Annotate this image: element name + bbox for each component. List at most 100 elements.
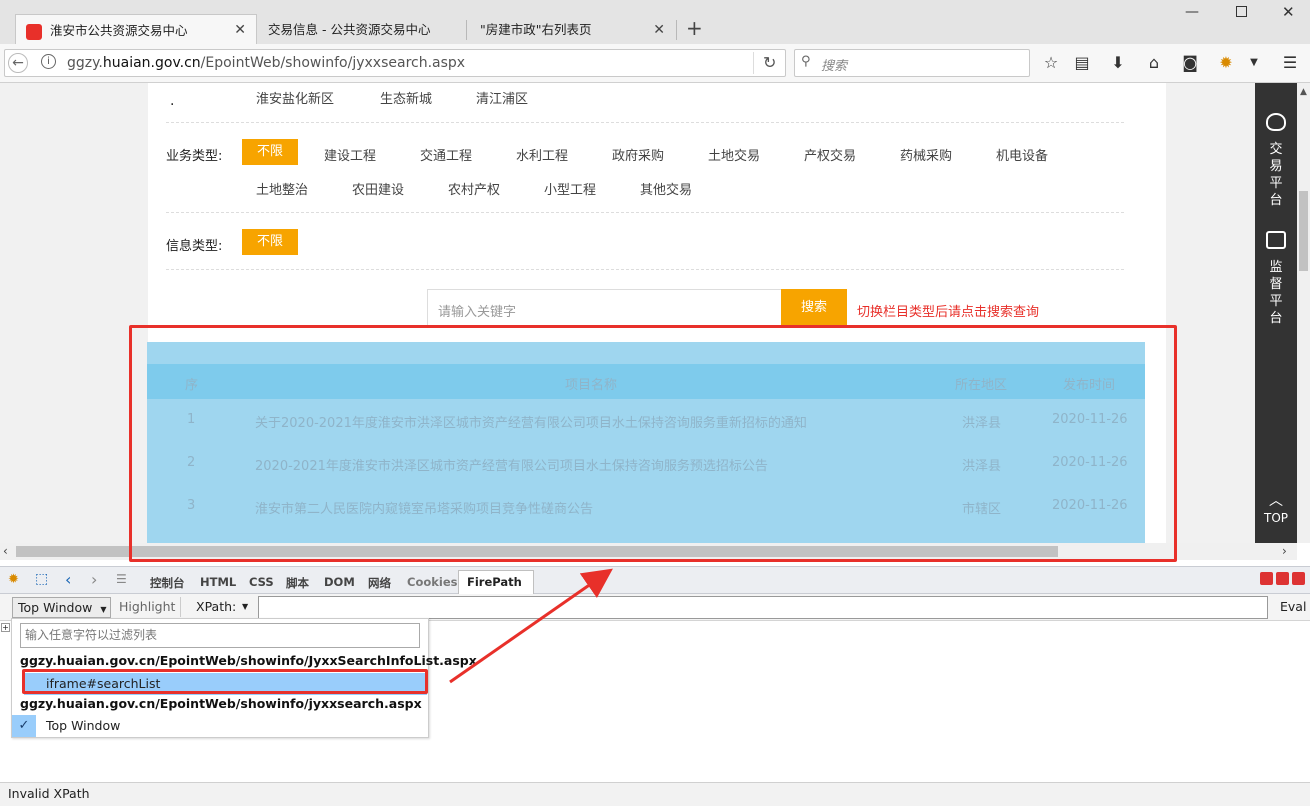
pocket-icon[interactable]: ◙ (1180, 53, 1200, 72)
business-type-label: 业务类型: (166, 149, 223, 164)
back-to-top-arrow-icon[interactable]: ︿ (1255, 493, 1297, 510)
business-type-all-tag[interactable]: 不限 (242, 139, 298, 165)
business-tag[interactable]: 水利工程 (516, 145, 568, 164)
browser-nav-bar: ← i ggzy.huaian.gov.cn/EpointWeb/showinf… (0, 44, 1310, 83)
fb-tab-html[interactable]: HTML (200, 575, 236, 589)
back-arrow-icon[interactable]: ← (8, 53, 28, 73)
frame-doc-1: ggzy.huaian.gov.cn/EpointWeb/showinfo/Jy… (20, 653, 477, 668)
reload-icon[interactable]: ↻ (763, 53, 776, 72)
supervision-platform-icon (1266, 231, 1286, 249)
business-tag[interactable]: 其他交易 (640, 179, 692, 198)
business-tag[interactable]: 交通工程 (420, 145, 472, 164)
business-tag[interactable]: 土地整治 (256, 179, 308, 198)
browser-tab-bar: 淮安市公共资源交易中心 ✕ 交易信息 - 公共资源交易中心 "房建市政"右列表页… (0, 0, 1310, 45)
scroll-up-icon[interactable]: ▲ (1300, 87, 1307, 97)
fb-tab-script[interactable]: 脚本 (286, 575, 309, 591)
frame-doc-2: ggzy.huaian.gov.cn/EpointWeb/showinfo/jy… (20, 696, 422, 711)
firepath-toolbar: Top Window ▼ Highlight XPath: ▼ Eval (0, 594, 1310, 621)
url-prefix: ggzy. (67, 55, 103, 71)
tab-trade-info[interactable]: 交易信息 - 公共资源交易中心 (258, 16, 463, 44)
info-icon[interactable]: i (41, 54, 56, 69)
url-path: /EpointWeb/showinfo/jyxxsearch.aspx (200, 55, 466, 71)
business-tag[interactable]: 药械采购 (900, 145, 952, 164)
keyword-placeholder: 请输入关键字 (438, 305, 517, 320)
xpath-input[interactable] (258, 596, 1268, 619)
back-to-top-button[interactable]: TOP (1255, 510, 1297, 527)
reading-list-icon[interactable]: ▤ (1072, 53, 1092, 72)
status-bar: Invalid XPath (0, 782, 1310, 806)
minimize-window-icon[interactable]: — (1185, 4, 1199, 20)
hamburger-menu-icon[interactable]: ☰ (1280, 53, 1300, 72)
search-placeholder: 搜索 (821, 59, 848, 74)
xpath-label[interactable]: XPath: (196, 599, 236, 614)
tab-label: "房建市政"右列表页 (480, 22, 592, 37)
close-tab-icon[interactable]: ✕ (234, 15, 246, 46)
search-button[interactable]: 搜索 (781, 289, 847, 327)
fb-minimize-icon[interactable] (1260, 572, 1273, 585)
fb-tab-dom[interactable]: DOM (324, 575, 355, 589)
info-type-all-tag[interactable]: 不限 (242, 229, 298, 255)
business-tag[interactable]: 建设工程 (324, 145, 376, 164)
top-window-select[interactable]: Top Window ▼ (12, 597, 111, 618)
scroll-left-icon[interactable]: ‹ (3, 544, 8, 558)
firebug-toolbar: ✹ ⬚ ‹ › ☰ 控制台 HTML CSS 脚本 DOM 网络 Cookies… (0, 566, 1310, 611)
inspect-element-icon[interactable]: ⬚ (35, 571, 48, 587)
tab-label: 交易信息 - 公共资源交易中心 (268, 22, 431, 37)
bookmark-star-icon[interactable]: ☆ (1041, 53, 1061, 72)
fb-tab-net[interactable]: 网络 (368, 575, 391, 591)
address-bar[interactable]: ← i ggzy.huaian.gov.cn/EpointWeb/showinf… (4, 49, 786, 77)
search-box[interactable]: ⚲ 搜索 (794, 49, 1030, 77)
fb-close-icon[interactable] (1292, 572, 1305, 585)
firebug-menu-arrow-icon[interactable]: ▼ (1244, 57, 1264, 68)
business-tag[interactable]: 机电设备 (996, 145, 1048, 164)
trade-platform-icon (1266, 113, 1286, 131)
business-tag[interactable]: 政府采购 (612, 145, 664, 164)
back-icon[interactable]: ‹ (65, 570, 71, 589)
fb-tab-console[interactable]: 控制台 (150, 575, 185, 591)
region-tag[interactable]: 生态新城 (380, 88, 432, 107)
business-tag[interactable]: 小型工程 (544, 179, 596, 198)
keyword-input[interactable]: 请输入关键字 (427, 289, 782, 327)
download-icon[interactable]: ⬇ (1108, 53, 1128, 72)
tab-huaian-home[interactable]: 淮安市公共资源交易中心 ✕ (15, 14, 257, 45)
annotation-selected-item-highlight (22, 669, 428, 694)
expand-icon[interactable]: + (1, 623, 10, 632)
business-tag[interactable]: 农田建设 (352, 179, 404, 198)
tab-fangjian-list[interactable]: "房建市政"右列表页 ✕ (470, 16, 675, 44)
tab-label: 淮安市公共资源交易中心 (50, 23, 188, 38)
new-tab-button[interactable]: + (686, 16, 703, 40)
region-tag[interactable]: 淮安盐化新区 (256, 88, 334, 107)
business-tag[interactable]: 农村产权 (448, 179, 500, 198)
firebug-icon[interactable]: ✹ (1216, 53, 1236, 72)
firebug-logo-icon[interactable]: ✹ (8, 572, 19, 587)
fb-tab-css[interactable]: CSS (249, 575, 274, 589)
vertical-scrollbar[interactable]: ▲ (1297, 83, 1310, 543)
home-icon[interactable]: ⌂ (1144, 53, 1164, 72)
frame-item-top-window[interactable]: Top Window (46, 718, 120, 733)
fb-detach-icon[interactable] (1276, 572, 1289, 585)
scroll-right-icon[interactable]: › (1282, 544, 1287, 558)
business-tag[interactable]: 产权交易 (804, 145, 856, 164)
xpath-dropdown-arrow-icon[interactable]: ▼ (242, 602, 248, 611)
maximize-window-icon[interactable] (1236, 6, 1247, 17)
url-domain: huaian.gov.cn (102, 55, 201, 71)
highlight-toggle[interactable]: Highlight (119, 599, 175, 614)
sidebar-trade-platform[interactable]: 交易平台 (1255, 141, 1297, 209)
business-tag[interactable]: 土地交易 (708, 145, 760, 164)
close-window-icon[interactable]: ✕ (1282, 3, 1295, 21)
forward-icon[interactable]: › (91, 570, 97, 589)
status-text: Invalid XPath (8, 786, 90, 801)
command-line-icon[interactable]: ☰ (116, 572, 127, 586)
search-icon: ⚲ (801, 54, 811, 69)
frame-filter-input[interactable]: 输入任意字符以过滤列表 (20, 623, 420, 648)
site-favicon-icon (26, 23, 42, 40)
vertical-scroll-thumb[interactable] (1299, 191, 1308, 271)
sidebar-supervision-platform[interactable]: 监督平台 (1255, 259, 1297, 327)
checkmark-icon: ✓ (12, 715, 36, 737)
annotation-iframe-highlight (129, 325, 1177, 562)
right-float-sidebar: 交易平台 监督平台 ︿ TOP (1255, 83, 1297, 543)
eval-button[interactable]: Eval (1280, 599, 1306, 614)
annotation-arrow (449, 568, 613, 684)
close-tab-icon[interactable]: ✕ (653, 16, 665, 44)
region-tag[interactable]: 清江浦区 (476, 88, 528, 107)
